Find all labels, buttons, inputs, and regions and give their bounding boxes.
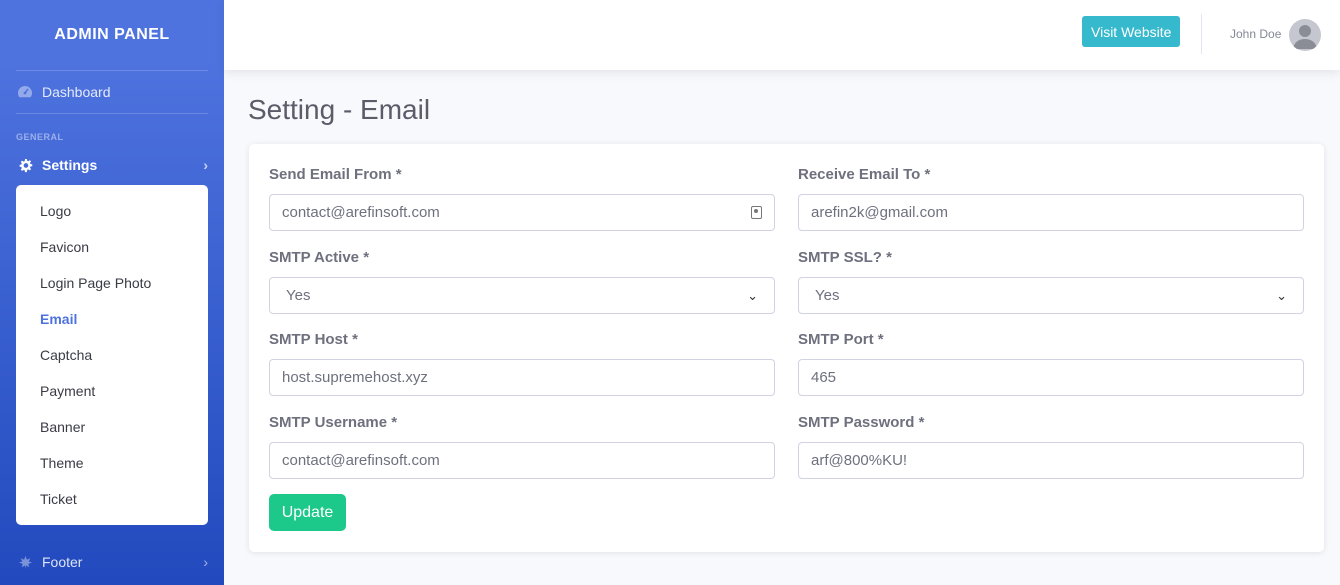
smtp-password-value: arf@800%KU! — [811, 452, 908, 469]
smtp-username-value: contact@arefinsoft.com — [282, 452, 440, 469]
sidebar-item-settings[interactable]: Settings › — [0, 144, 224, 186]
sidebar-item-label: Settings — [42, 157, 98, 173]
email-settings-form: Send Email From * contact@arefinsoft.com… — [249, 144, 1324, 552]
send-from-value: contact@arefinsoft.com — [282, 204, 440, 221]
gear-icon — [16, 156, 34, 174]
smtp-host-label: SMTP Host * — [269, 331, 358, 348]
sidebar: ADMIN PANEL Dashboard GENERAL Settings ›… — [0, 0, 224, 585]
receive-to-value: arefin2k@gmail.com — [811, 204, 948, 221]
smtp-port-label: SMTP Port * — [798, 331, 884, 348]
user-name[interactable]: John Doe — [1230, 27, 1281, 41]
topbar: Visit Website John Doe — [224, 0, 1340, 70]
update-button[interactable]: Update — [269, 494, 346, 531]
settings-submenu: Logo Favicon Login Page Photo Email Capt… — [16, 185, 208, 525]
submenu-item-captcha[interactable]: Captcha — [16, 337, 208, 373]
send-from-label: Send Email From * — [269, 166, 402, 183]
sidebar-item-dashboard[interactable]: Dashboard — [0, 71, 224, 113]
submenu-item-login-page-photo[interactable]: Login Page Photo — [16, 265, 208, 301]
smtp-active-value: Yes — [286, 287, 311, 304]
smtp-ssl-value: Yes — [815, 287, 840, 304]
leaf-icon — [16, 553, 34, 571]
smtp-host-input[interactable]: host.supremehost.xyz — [269, 359, 775, 396]
smtp-ssl-select[interactable]: Yes ⌄ — [798, 277, 1304, 314]
submenu-item-payment[interactable]: Payment — [16, 373, 208, 409]
smtp-ssl-label: SMTP SSL? * — [798, 249, 892, 266]
sidebar-item-label: Dashboard — [42, 84, 111, 100]
contact-card-icon[interactable] — [751, 206, 762, 219]
topbar-divider — [1201, 14, 1202, 54]
smtp-port-value: 465 — [811, 369, 837, 386]
smtp-username-label: SMTP Username * — [269, 414, 398, 431]
smtp-password-input[interactable]: arf@800%KU! — [798, 442, 1304, 479]
receive-to-label: Receive Email To * — [798, 166, 931, 183]
submenu-item-banner[interactable]: Banner — [16, 409, 208, 445]
tachometer-icon — [16, 83, 34, 101]
brand-title[interactable]: ADMIN PANEL — [0, 0, 224, 70]
user-avatar-icon — [1293, 25, 1317, 49]
chevron-right-icon: › — [203, 554, 208, 570]
submenu-item-logo[interactable]: Logo — [16, 193, 208, 229]
smtp-active-label: SMTP Active * — [269, 249, 370, 266]
page-title: Setting - Email — [248, 94, 431, 125]
sidebar-item-footer[interactable]: Footer › — [0, 541, 224, 583]
avatar[interactable] — [1289, 19, 1321, 51]
send-from-input[interactable]: contact@arefinsoft.com — [269, 194, 775, 231]
receive-to-input[interactable]: arefin2k@gmail.com — [798, 194, 1304, 231]
sidebar-heading: GENERAL — [16, 132, 64, 142]
chevron-right-icon: › — [203, 157, 208, 173]
smtp-active-select[interactable]: Yes ⌄ — [269, 277, 775, 314]
smtp-password-label: SMTP Password * — [798, 414, 925, 431]
smtp-host-value: host.supremehost.xyz — [282, 369, 428, 386]
smtp-port-input[interactable]: 465 — [798, 359, 1304, 396]
sidebar-item-label: Footer — [42, 554, 83, 570]
submenu-item-favicon[interactable]: Favicon — [16, 229, 208, 265]
chevron-down-icon: ⌄ — [747, 287, 758, 303]
submenu-item-email[interactable]: Email — [16, 301, 208, 337]
submenu-item-ticket[interactable]: Ticket — [16, 481, 208, 517]
chevron-down-icon: ⌄ — [1276, 287, 1287, 303]
submenu-item-theme[interactable]: Theme — [16, 445, 208, 481]
visit-website-button[interactable]: Visit Website — [1082, 16, 1181, 47]
smtp-username-input[interactable]: contact@arefinsoft.com — [269, 442, 775, 479]
